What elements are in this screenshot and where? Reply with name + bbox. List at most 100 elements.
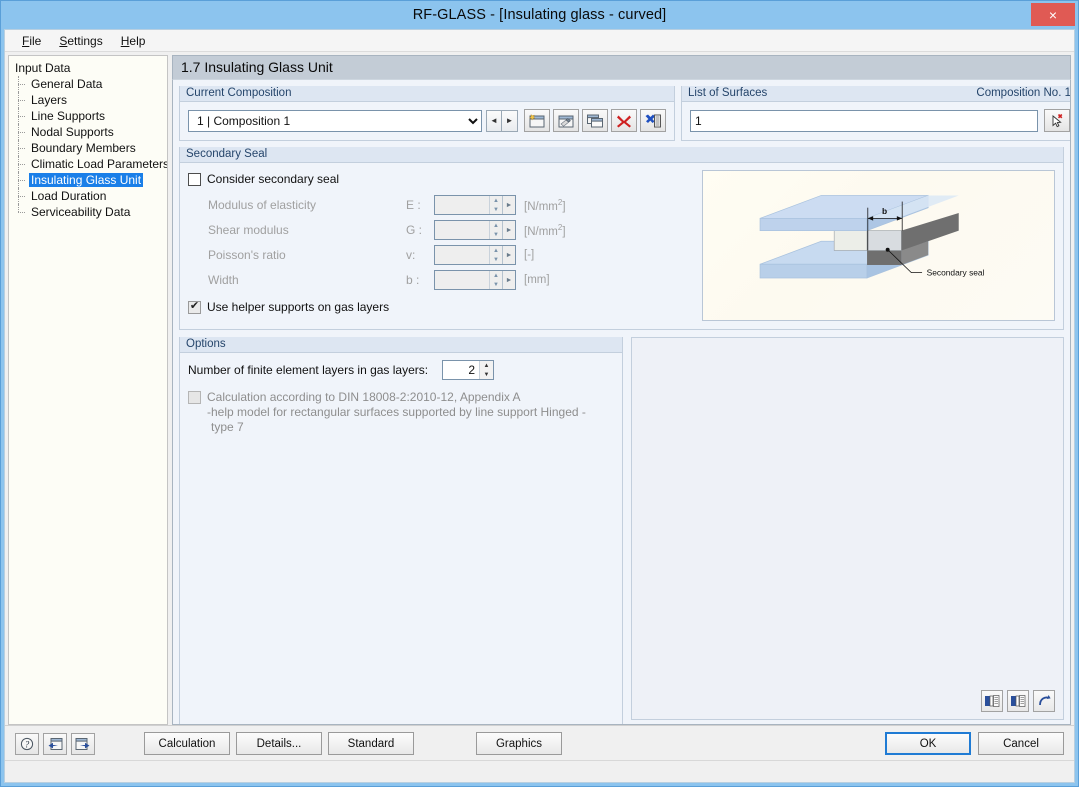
tree-label: Layers <box>31 93 68 107</box>
din-calculation-text: Calculation according to DIN 18008-2:201… <box>207 390 586 435</box>
sidebar-item-nodal-supports[interactable]: Nodal Supports <box>13 124 165 140</box>
render-mode-2-button[interactable] <box>1007 690 1029 712</box>
width-more-button[interactable]: ► <box>502 271 515 289</box>
shear-modulus-label: Shear modulus <box>208 223 289 237</box>
poissons-ratio-unit: [-] <box>524 249 535 261</box>
next-composition-button[interactable]: ► <box>502 109 518 132</box>
spin-down-icon[interactable]: ▼ <box>490 230 502 239</box>
consider-secondary-seal-checkbox[interactable] <box>188 172 201 186</box>
shear-modulus-value <box>435 221 489 239</box>
menu-bar: File Settings Help <box>5 30 1074 52</box>
din-calculation-row[interactable]: Calculation according to DIN 18008-2:201… <box>188 390 614 435</box>
consider-secondary-seal-row[interactable]: Consider secondary seal <box>188 172 696 186</box>
surfaces-input[interactable] <box>690 109 1039 132</box>
fe-layers-label: Number of finite element layers in gas l… <box>188 363 429 377</box>
spin-down-icon[interactable]: ▼ <box>490 205 502 214</box>
previous-composition-button[interactable]: ◄ <box>486 109 502 132</box>
render-mode-1-icon <box>985 695 1000 707</box>
edit-composition-button[interactable] <box>553 109 579 132</box>
rotate-view-button[interactable] <box>1033 690 1055 712</box>
application-window: RF-GLASS - [Insulating glass - curved] ×… <box>0 0 1079 787</box>
copy-window-icon <box>587 114 603 127</box>
consider-secondary-seal-label: Consider secondary seal <box>207 172 340 186</box>
composition-row: 1 | Composition 1 ◄ ► <box>188 109 666 132</box>
stepper-down-icon[interactable]: ▼ <box>480 370 493 379</box>
delete-composition-button[interactable] <box>611 109 637 132</box>
tree-label: Serviceability Data <box>31 205 131 219</box>
menu-settings[interactable]: Settings <box>50 32 111 50</box>
stepper-up-icon[interactable]: ▲ <box>480 361 493 370</box>
calculation-button[interactable]: Calculation <box>144 732 230 755</box>
sidebar-item-boundary-members[interactable]: Boundary Members <box>13 140 165 156</box>
din-calculation-checkbox[interactable] <box>188 391 201 404</box>
modulus-of-elasticity-input[interactable]: ▲ ▼ ► <box>434 195 516 215</box>
tree-label: General Data <box>31 77 103 91</box>
menu-file-rest: ile <box>29 33 42 48</box>
shear-modulus-input[interactable]: ▲ ▼ ► <box>434 220 516 240</box>
window-title: RF-GLASS - [Insulating glass - curved] <box>412 7 667 23</box>
sidebar-item-line-supports[interactable]: Line Supports <box>13 108 165 124</box>
poissons-ratio-value <box>435 246 489 264</box>
question-mark-icon: ? <box>20 737 34 750</box>
poissons-ratio-symbol: v: <box>406 248 416 262</box>
pick-surfaces-button[interactable] <box>1044 109 1070 132</box>
composition-no-label: Composition No. 1 <box>976 87 1071 99</box>
width-input[interactable]: ▲ ▼ ► <box>434 270 516 290</box>
delete-all-compositions-button[interactable] <box>640 109 666 132</box>
width-value <box>435 271 489 289</box>
modulus-of-elasticity-label: Modulus of elasticity <box>208 198 317 212</box>
spin-up-icon[interactable]: ▲ <box>490 246 502 255</box>
sidebar-item-climatic-load-parameters[interactable]: Climatic Load Parameters <box>13 156 167 172</box>
arrow-out-of-window-icon <box>75 737 90 750</box>
shear-modulus-more-button[interactable]: ► <box>502 221 515 239</box>
spinner-arrows[interactable]: ▲ ▼ <box>489 196 502 214</box>
list-of-surfaces-group: List of Surfaces Composition No. 1 <box>681 86 1071 141</box>
menu-help-rest: elp <box>129 33 146 48</box>
menu-help[interactable]: Help <box>112 32 155 50</box>
poissons-ratio-input[interactable]: ▲ ▼ ► <box>434 245 516 265</box>
render-mode-1-button[interactable] <box>981 690 1003 712</box>
spin-up-icon[interactable]: ▲ <box>490 271 502 280</box>
spinner-arrows[interactable]: ▲ ▼ <box>489 246 502 264</box>
sidebar-item-serviceability-data[interactable]: Serviceability Data <box>13 204 165 220</box>
menu-file[interactable]: File <box>13 32 50 50</box>
fe-layers-value: 2 <box>468 363 475 377</box>
spin-down-icon[interactable]: ▼ <box>490 280 502 289</box>
graphics-toolbar <box>981 690 1055 712</box>
spin-down-icon[interactable]: ▼ <box>490 255 502 264</box>
secondary-seal-form: Consider secondary seal Modulus of elast… <box>188 170 696 321</box>
use-helper-supports-row[interactable]: ✔ Use helper supports on gas layers <box>188 300 696 314</box>
poissons-ratio-more-button[interactable]: ► <box>502 246 515 264</box>
close-icon[interactable]: × <box>1031 3 1075 26</box>
standard-button[interactable]: Standard <box>328 732 414 755</box>
width-unit: [mm] <box>524 274 550 286</box>
tree-root-input-data[interactable]: Input Data <box>13 60 165 76</box>
graphics-button[interactable]: Graphics <box>476 732 562 755</box>
spinner-arrows[interactable]: ▲ ▼ <box>489 221 502 239</box>
copy-composition-button[interactable] <box>582 109 608 132</box>
use-helper-supports-checkbox[interactable]: ✔ <box>188 300 201 314</box>
fe-layers-row: Number of finite element layers in gas l… <box>188 360 614 380</box>
fe-layers-stepper[interactable]: 2 ▲ ▼ <box>442 360 494 380</box>
graphics-preview-area[interactable] <box>631 337 1064 720</box>
sidebar-item-general-data[interactable]: General Data <box>13 76 165 92</box>
export-button[interactable] <box>71 732 95 755</box>
details-button[interactable]: Details... <box>236 732 322 755</box>
spinner-arrows[interactable]: ▲ ▼ <box>489 271 502 289</box>
sidebar-item-layers[interactable]: Layers <box>13 92 165 108</box>
fe-layers-arrows[interactable]: ▲ ▼ <box>479 361 493 379</box>
spin-up-icon[interactable]: ▲ <box>490 221 502 230</box>
sidebar-item-load-duration[interactable]: Load Duration <box>13 188 165 204</box>
pick-cursor-icon <box>1052 113 1063 127</box>
ok-button[interactable]: OK <box>885 732 971 755</box>
cancel-button[interactable]: Cancel <box>978 732 1064 755</box>
help-button[interactable]: ? <box>15 732 39 755</box>
import-button[interactable] <box>43 732 67 755</box>
composition-select[interactable]: 1 | Composition 1 <box>188 109 482 132</box>
modulus-of-elasticity-unit: [N/mm2] <box>524 197 566 213</box>
new-composition-button[interactable] <box>524 109 550 132</box>
spin-up-icon[interactable]: ▲ <box>490 196 502 205</box>
sidebar-item-insulating-glass-unit[interactable]: Insulating Glass Unit <box>13 172 165 188</box>
modulus-of-elasticity-more-button[interactable]: ► <box>502 196 515 214</box>
width-label: Width <box>208 273 239 287</box>
